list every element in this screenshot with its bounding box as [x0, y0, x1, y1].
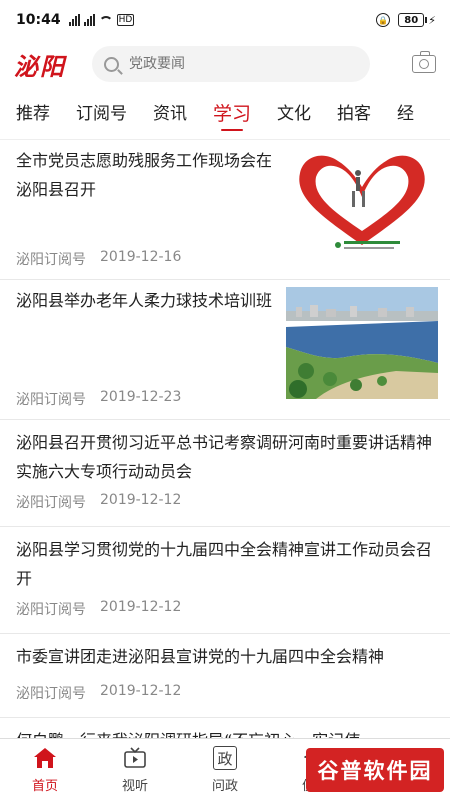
tab-news[interactable]: 资讯 [140, 88, 200, 139]
list-item[interactable]: 泌阳县举办老年人柔力球技术培训班 泌阳订阅号 2019-12-23 [0, 280, 450, 420]
tab-subscriptions[interactable]: 订阅号 [63, 88, 140, 139]
article-meta: 泌阳订阅号 2019-12-16 [16, 249, 181, 269]
signal-icons: HD [68, 14, 135, 26]
home-icon [32, 745, 58, 771]
tab-culture[interactable]: 文化 [264, 88, 324, 139]
article-date: 2019-12-12 [100, 492, 182, 508]
article-source: 泌阳订阅号 [16, 392, 86, 408]
hd-icon: HD [116, 14, 135, 26]
list-item[interactable]: 泌阳县学习贯彻党的十九届四中全会精神宣讲工作动员会召开 泌阳订阅号 2019-1… [0, 527, 450, 634]
article-date: 2019-12-12 [100, 599, 182, 615]
article-title: 泌阳县举办老年人柔力球技术培训班 [16, 291, 273, 310]
article-thumbnail [286, 147, 438, 259]
signal-icon [83, 14, 95, 26]
watermark-logo: 谷普软件园 [306, 748, 444, 792]
list-item[interactable]: 全市党员志愿助残服务工作现场会在泌阳县召开 泌阳订阅号 2019-12-16 [0, 140, 450, 280]
article-title: 市委宣讲团走进泌阳县宣讲党的十九届四中全会精神 [16, 647, 385, 666]
channel-tabs: 推荐 订阅号 资讯 学习 文化 拍客 经 [0, 88, 450, 140]
app-logo: 泌阳 [14, 51, 66, 81]
nav-label: 视听 [121, 779, 148, 794]
article-meta: 泌阳订阅号 2019-12-12 [16, 492, 181, 512]
politics-glyph: 政 [213, 746, 237, 770]
article-title: 全市党员志愿助残服务工作现场会在泌阳县召开 [16, 151, 273, 199]
river-park-image [286, 287, 438, 399]
app-header: 泌阳 [0, 40, 450, 88]
tab-study[interactable]: 学习 [200, 88, 264, 139]
article-source: 泌阳订阅号 [16, 252, 86, 268]
nav-politics[interactable]: 政 问政 [180, 739, 270, 800]
article-date: 2019-12-23 [100, 389, 182, 405]
search-icon [104, 56, 119, 72]
article-thumbnail [286, 287, 438, 399]
article-source: 泌阳订阅号 [16, 686, 86, 702]
camera-icon[interactable] [412, 51, 436, 73]
search-bar[interactable] [92, 46, 370, 82]
nav-label: 问政 [211, 779, 238, 794]
tab-photographer[interactable]: 拍客 [324, 88, 384, 139]
signal-icon [68, 14, 80, 26]
battery-icon: 80 ⚡ [398, 13, 436, 27]
nav-home[interactable]: 首页 [0, 739, 90, 800]
heart-hands-image [286, 147, 438, 259]
article-title: 泌阳县学习贯彻党的十九届四中全会精神宣讲工作动员会召开 [16, 540, 433, 588]
status-bar: 10:44 HD 🔒 80 ⚡ [0, 0, 450, 40]
article-meta: 泌阳订阅号 2019-12-12 [16, 599, 181, 619]
article-title: 何白鹏一行来我泌阳调研指导“不忘初心、牢记使 [16, 718, 436, 738]
article-source: 泌阳订阅号 [16, 495, 86, 511]
article-meta: 泌阳订阅号 2019-12-12 [16, 683, 181, 703]
tv-icon [122, 745, 148, 771]
status-time: 10:44 [16, 12, 61, 28]
charging-icon: ⚡ [428, 13, 436, 27]
article-list: 全市党员志愿助残服务工作现场会在泌阳县召开 泌阳订阅号 2019-12-16 泌… [0, 140, 450, 738]
list-item[interactable]: 市委宣讲团走进泌阳县宣讲党的十九届四中全会精神 泌阳订阅号 2019-12-12 [0, 634, 450, 718]
article-title: 泌阳县召开贯彻习近平总书记考察调研河南时重要讲话精神实施六大专项行动动员会 [16, 433, 433, 481]
list-item[interactable]: 何白鹏一行来我泌阳调研指导“不忘初心、牢记使 [0, 718, 450, 738]
battery-level: 80 [398, 13, 425, 27]
nav-label: 首页 [31, 779, 58, 794]
wifi-icon [98, 16, 113, 26]
nav-media[interactable]: 视听 [90, 739, 180, 800]
politics-icon: 政 [212, 745, 238, 771]
tab-recommend[interactable]: 推荐 [0, 88, 63, 139]
list-item[interactable]: 泌阳县召开贯彻习近平总书记考察调研河南时重要讲话精神实施六大专项行动动员会 泌阳… [0, 420, 450, 527]
article-meta: 泌阳订阅号 2019-12-23 [16, 389, 181, 409]
article-source: 泌阳订阅号 [16, 602, 86, 618]
search-input[interactable] [129, 56, 349, 72]
article-date: 2019-12-12 [100, 683, 182, 699]
rotation-lock-icon: 🔒 [376, 13, 391, 27]
article-date: 2019-12-16 [100, 249, 182, 265]
tab-economy[interactable]: 经 [384, 88, 427, 139]
